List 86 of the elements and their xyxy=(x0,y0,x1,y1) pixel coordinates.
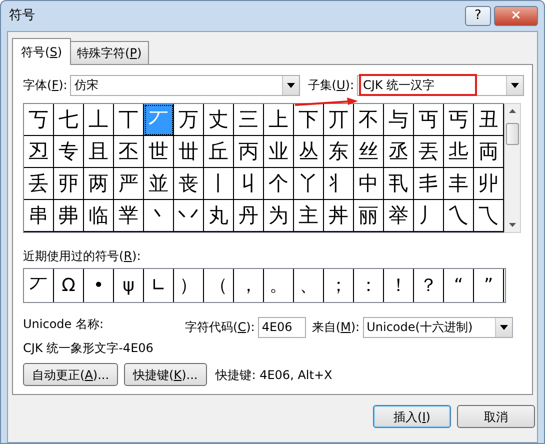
help-button[interactable]: ? xyxy=(465,6,491,26)
tab[interactable]: 特殊字符(P) xyxy=(70,41,149,64)
symbol-cell[interactable]: 万 xyxy=(174,104,204,136)
symbol-cell[interactable]: 丽 xyxy=(354,200,384,232)
symbol-cell[interactable]: 丏 xyxy=(414,104,444,136)
symbol-cell[interactable]: 主 xyxy=(294,200,324,232)
symbol-cell[interactable]: 丐 xyxy=(444,104,474,136)
symbol-cell[interactable]: 丠 xyxy=(444,136,474,168)
symbol-cell[interactable]: 且 xyxy=(84,136,114,168)
symbol-cell[interactable]: 丨 xyxy=(204,168,234,200)
symbol-cell[interactable]: 丮 xyxy=(384,168,414,200)
symbol-cell[interactable]: 丈 xyxy=(204,104,234,136)
symbol-cell[interactable]: 临 xyxy=(84,200,114,232)
symbol-cell[interactable]: 两 xyxy=(84,168,114,200)
symbol-cell[interactable]: 丰 xyxy=(444,168,474,200)
symbol-cell[interactable]: 丣 xyxy=(54,168,84,200)
symbol-cell[interactable]: 丗 xyxy=(174,136,204,168)
dropdown-arrow-icon xyxy=(511,82,519,88)
symbol-cell[interactable]: 下 xyxy=(294,104,324,136)
font-label: 字体(F): xyxy=(23,77,68,94)
symbol-cell[interactable]: 丕 xyxy=(114,136,144,168)
from-dropdown[interactable]: Unicode(十六进制) xyxy=(362,316,513,338)
symbol-cell[interactable]: 丩 xyxy=(234,168,264,200)
symbol-cell[interactable]: 不 xyxy=(354,104,384,136)
shortcut-key-button[interactable]: 快捷键(K)... xyxy=(124,363,207,386)
symbol-cell[interactable]: 中 xyxy=(354,168,384,200)
unicode-name: CJK 统一象形文字-4E06 xyxy=(23,340,154,357)
symbol-cell[interactable]: 串 xyxy=(24,200,54,232)
scroll-thumb[interactable] xyxy=(506,123,519,145)
symbol-cell[interactable]: 丯 xyxy=(414,168,444,200)
unicode-name-label: Unicode 名称: xyxy=(23,316,105,333)
symbol-cell[interactable]: 丘 xyxy=(204,136,234,168)
char-code-label: 字符代码(C): xyxy=(185,319,255,336)
symbol-cell[interactable]: 为 xyxy=(264,200,294,232)
symbol-cell[interactable]: 丞 xyxy=(384,136,414,168)
annotation-arrow xyxy=(294,98,358,106)
symbol-cell[interactable]: 丼 xyxy=(324,200,354,232)
font-dropdown[interactable]: 仿宋 xyxy=(70,74,300,96)
symbol-cell[interactable]: 东 xyxy=(324,136,354,168)
symbol-cell[interactable]: 上 xyxy=(264,104,294,136)
symbol-cell[interactable]: 丛 xyxy=(294,136,324,168)
symbol-cell[interactable]: 严 xyxy=(114,168,144,200)
symbol-cell[interactable]: 专 xyxy=(54,136,84,168)
symbol-cell[interactable]: 丌 xyxy=(324,104,354,136)
symbol-cell[interactable]: 丙 xyxy=(234,136,264,168)
symbol-cell[interactable]: 丶 xyxy=(144,200,174,232)
symbol-cell[interactable]: 七 xyxy=(54,104,84,136)
symbol-cell[interactable]: 丟 xyxy=(414,136,444,168)
symbol-cell[interactable]: 世 xyxy=(144,136,174,168)
symbol-cell[interactable]: 丧 xyxy=(174,168,204,200)
shortcut-text: 快捷键: 4E06, Alt+X xyxy=(216,366,332,384)
window-title: 符号 xyxy=(9,7,35,26)
down-arrow-icon[interactable] xyxy=(508,222,517,228)
subset-dropdown[interactable]: CJK 统一汉字 xyxy=(357,74,524,96)
symbol-cell[interactable]: 丬 xyxy=(324,168,354,200)
symbol-cell[interactable]: 业 xyxy=(264,136,294,168)
symbol-cell[interactable]: 丳 xyxy=(54,200,84,232)
symbol-cell[interactable]: 乀 xyxy=(444,200,474,232)
dropdown-arrow-icon xyxy=(500,324,508,330)
subset-label: 子集(U): xyxy=(308,77,354,94)
up-arrow-icon[interactable] xyxy=(508,108,517,114)
char-code-field[interactable]: 4E06 xyxy=(258,316,306,338)
symbol-cell[interactable]: 丫 xyxy=(294,168,324,200)
symbol-cell[interactable]: 丸 xyxy=(204,200,234,232)
recent-symbols-label: 近期使用过的符号(R): xyxy=(23,248,142,265)
symbol-cell[interactable]: 丹 xyxy=(234,200,264,232)
symbol-cell[interactable]: 丵 xyxy=(114,200,144,232)
cancel-button[interactable]: 取消 xyxy=(457,405,535,428)
symbol-cell[interactable]: 並 xyxy=(144,168,174,200)
symbol-cell[interactable]: 丢 xyxy=(24,168,54,200)
tab[interactable]: 符号(S) xyxy=(12,38,71,65)
symbol-cell[interactable]: 丄 xyxy=(84,104,114,136)
symbol-cell[interactable]: 与 xyxy=(384,104,414,136)
symbol-cell[interactable]: 丷 xyxy=(174,200,204,232)
symbol-cell[interactable]: 三 xyxy=(234,104,264,136)
symbol-cell[interactable]: 丝 xyxy=(354,136,384,168)
symbol-cell[interactable]: 丒 xyxy=(24,136,54,168)
scrollbar[interactable] xyxy=(504,103,521,233)
dropdown-arrow-icon xyxy=(287,82,296,88)
symbol-cell[interactable]: 丂 xyxy=(24,104,54,136)
symbol-cell[interactable]: 举 xyxy=(384,200,414,232)
symbol-cell[interactable]: 个 xyxy=(264,168,294,200)
autocorrect-button[interactable]: 自动更正(A)... xyxy=(23,363,118,386)
symbol-cell[interactable]: 丿 xyxy=(414,200,444,232)
from-label: 来自(M): xyxy=(312,319,360,336)
insert-button[interactable]: 插入(I) xyxy=(373,405,451,428)
